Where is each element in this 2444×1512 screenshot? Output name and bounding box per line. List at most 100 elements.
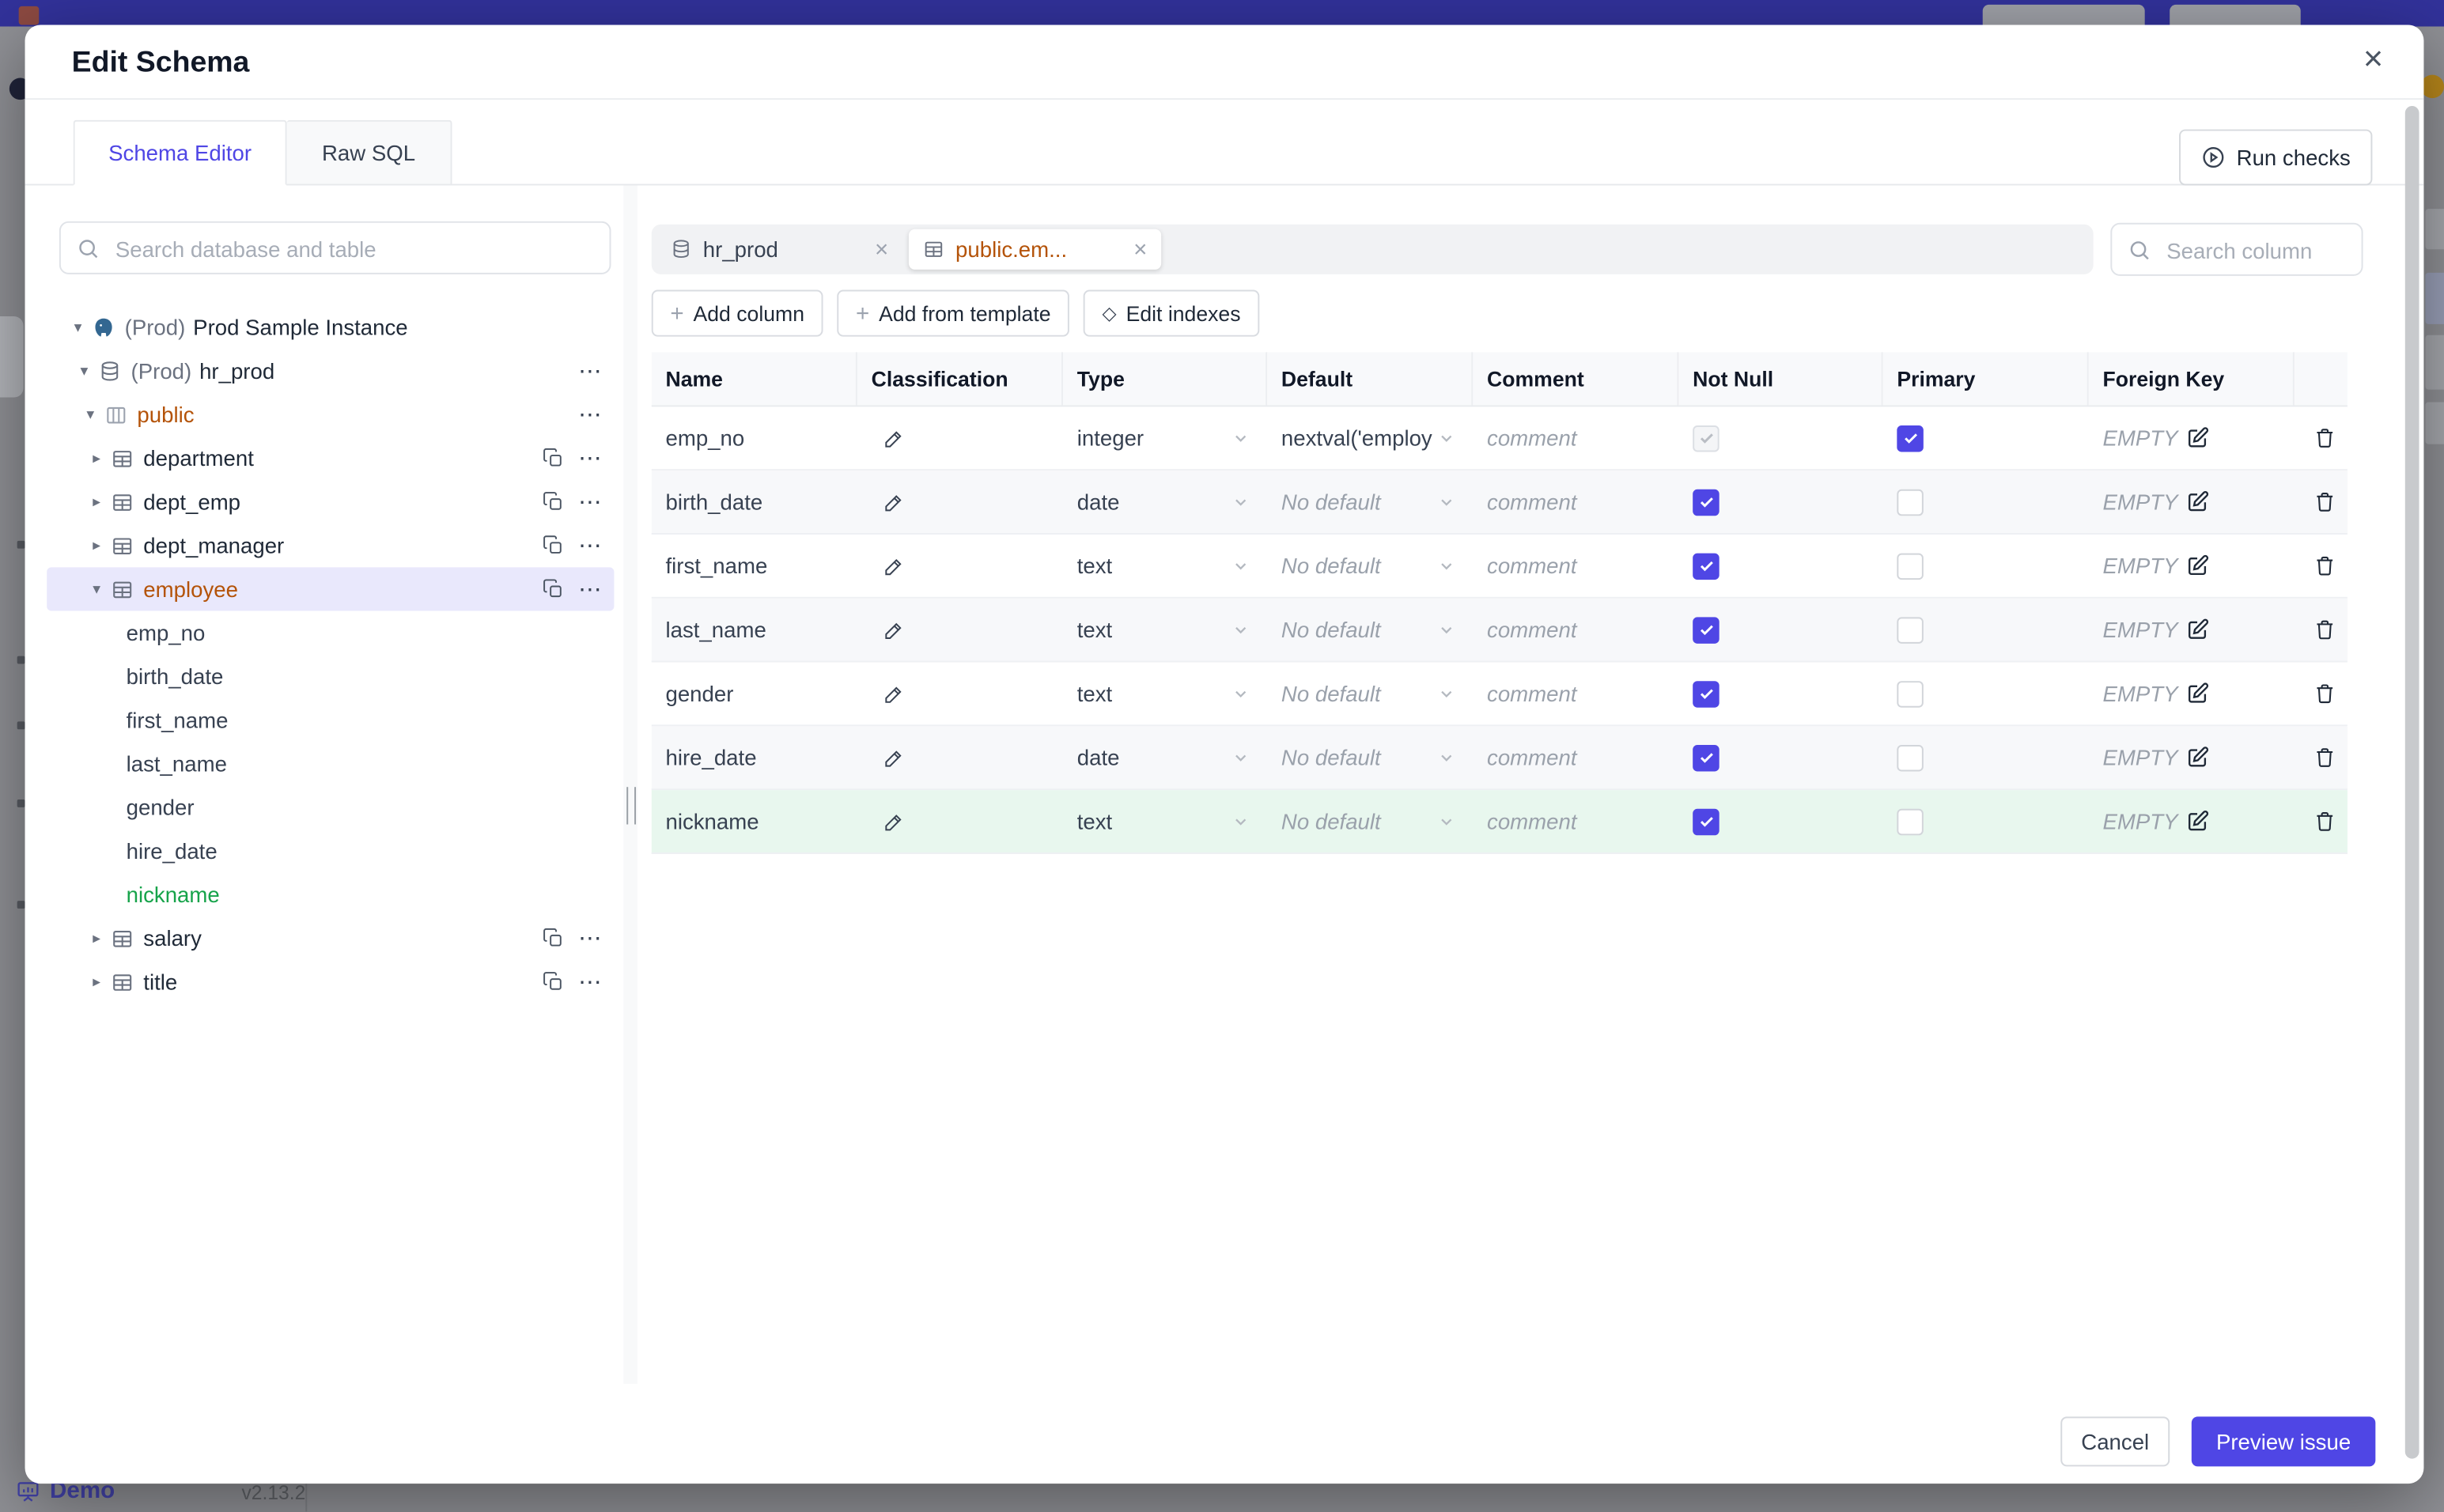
classification-cell[interactable] [857, 406, 1063, 469]
type-cell[interactable]: text [1063, 663, 1267, 725]
edit-icon[interactable] [2185, 617, 2211, 642]
tab-chip-hr-prod[interactable]: hr_prod × [656, 229, 902, 270]
more-actions-icon[interactable]: ⋯ [578, 403, 603, 426]
close-tab-icon[interactable]: × [875, 238, 888, 262]
edit-icon[interactable] [2185, 554, 2211, 579]
column-name-cell[interactable]: first_name [652, 535, 857, 597]
not-null-checkbox[interactable] [1693, 616, 1720, 643]
type-cell[interactable]: text [1063, 599, 1267, 661]
trash-icon[interactable] [2313, 554, 2337, 579]
type-cell[interactable]: text [1063, 790, 1267, 852]
type-cell[interactable]: integer [1063, 406, 1267, 469]
comment-cell[interactable]: comment [1473, 535, 1678, 597]
more-actions-icon[interactable]: ⋯ [578, 490, 603, 514]
default-cell[interactable]: No default [1267, 790, 1473, 852]
tree-item-column-hire-date[interactable]: hire_date [47, 829, 614, 872]
edit-icon[interactable] [2185, 745, 2211, 770]
default-cell[interactable]: No default [1267, 726, 1473, 788]
tree-item-database-hr-prod[interactable]: ▾ (Prod) hr_prod ⋯ [47, 349, 614, 392]
type-cell[interactable]: date [1063, 726, 1267, 788]
column-name-cell[interactable]: nickname [652, 790, 857, 852]
copy-icon[interactable] [543, 928, 565, 950]
tree-item-column-first-name[interactable]: first_name [47, 698, 614, 742]
primary-checkbox[interactable] [1897, 425, 1924, 452]
comment-cell[interactable]: comment [1473, 406, 1678, 469]
primary-checkbox[interactable] [1897, 552, 1924, 580]
comment-cell[interactable]: comment [1473, 790, 1678, 852]
edit-icon[interactable] [2185, 809, 2211, 834]
edit-icon[interactable] [2185, 425, 2211, 451]
tree-item-column-emp-no[interactable]: emp_no [47, 611, 614, 655]
comment-cell[interactable]: comment [1473, 471, 1678, 533]
close-icon[interactable]: × [2363, 41, 2383, 76]
resize-handle[interactable] [626, 787, 637, 825]
type-cell[interactable]: date [1063, 471, 1267, 533]
tree-item-column-gender[interactable]: gender [47, 785, 614, 829]
not-null-checkbox[interactable] [1693, 680, 1720, 707]
column-name-cell[interactable]: last_name [652, 599, 857, 661]
primary-checkbox[interactable] [1897, 616, 1924, 643]
cancel-button[interactable]: Cancel [2060, 1416, 2170, 1467]
trash-icon[interactable] [2313, 617, 2337, 642]
add-column-button[interactable]: + Add column [651, 289, 823, 337]
primary-checkbox[interactable] [1897, 488, 1924, 516]
column-name-cell[interactable]: gender [652, 663, 857, 725]
scrollbar-thumb[interactable] [2404, 106, 2419, 1459]
run-checks-button[interactable]: Run checks [2178, 129, 2373, 186]
add-from-template-button[interactable]: + Add from template [837, 289, 1070, 337]
classification-cell[interactable] [857, 663, 1063, 725]
trash-icon[interactable] [2313, 490, 2337, 515]
copy-icon[interactable] [543, 971, 565, 993]
classification-cell[interactable] [857, 599, 1063, 661]
tab-schema-editor[interactable]: Schema Editor [73, 119, 287, 186]
primary-checkbox[interactable] [1897, 807, 1924, 835]
tree-item-table-dept-emp[interactable]: ▸ dept_emp ⋯ [47, 480, 614, 524]
caret-right-icon[interactable]: ▸ [87, 930, 106, 947]
tree-item-table-dept-manager[interactable]: ▸ dept_manager ⋯ [47, 524, 614, 567]
primary-checkbox[interactable] [1897, 744, 1924, 771]
panel-resize-divider[interactable] [623, 185, 638, 1384]
default-cell[interactable]: No default [1267, 599, 1473, 661]
trash-icon[interactable] [2313, 681, 2337, 706]
tree-item-column-birth-date[interactable]: birth_date [47, 655, 614, 698]
classification-cell[interactable] [857, 726, 1063, 788]
copy-icon[interactable] [543, 448, 565, 470]
not-null-checkbox[interactable] [1693, 425, 1720, 452]
tree-item-schema-public[interactable]: ▾ public ⋯ [47, 393, 614, 437]
column-search-input[interactable] [2163, 224, 2357, 278]
trash-icon[interactable] [2313, 809, 2337, 834]
primary-checkbox[interactable] [1897, 680, 1924, 707]
more-actions-icon[interactable]: ⋯ [578, 359, 603, 383]
classification-cell[interactable] [857, 535, 1063, 597]
caret-right-icon[interactable]: ▸ [87, 537, 106, 554]
caret-down-icon[interactable]: ▾ [69, 319, 88, 336]
default-cell[interactable]: No default [1267, 471, 1473, 533]
type-cell[interactable]: text [1063, 535, 1267, 597]
tab-chip-public-employee[interactable]: public.em... × [908, 229, 1162, 270]
copy-icon[interactable] [543, 491, 565, 513]
caret-down-icon[interactable]: ▾ [75, 362, 94, 380]
classification-cell[interactable] [857, 790, 1063, 852]
classification-cell[interactable] [857, 471, 1063, 533]
tree-item-table-department[interactable]: ▸ department ⋯ [47, 437, 614, 480]
tree-item-table-employee[interactable]: ▾ employee ⋯ [47, 567, 615, 611]
more-actions-icon[interactable]: ⋯ [578, 970, 603, 994]
not-null-checkbox[interactable] [1693, 488, 1720, 516]
column-name-cell[interactable]: hire_date [652, 726, 857, 788]
caret-right-icon[interactable]: ▸ [87, 973, 106, 991]
tree-item-table-title[interactable]: ▸ title ⋯ [47, 960, 614, 1004]
tab-raw-sql[interactable]: Raw SQL [286, 119, 452, 186]
default-cell[interactable]: nextval('employ [1267, 406, 1473, 469]
column-name-cell[interactable]: emp_no [652, 406, 857, 469]
tree-item-table-salary[interactable]: ▸ salary ⋯ [47, 917, 614, 960]
tree-item-column-last-name[interactable]: last_name [47, 742, 614, 785]
close-tab-icon[interactable]: × [1133, 238, 1147, 262]
edit-icon[interactable] [2185, 490, 2211, 515]
not-null-checkbox[interactable] [1693, 744, 1720, 771]
not-null-checkbox[interactable] [1693, 807, 1720, 835]
comment-cell[interactable]: comment [1473, 663, 1678, 725]
more-actions-icon[interactable]: ⋯ [578, 447, 603, 471]
copy-icon[interactable] [543, 578, 565, 600]
tree-item-column-nickname[interactable]: nickname [47, 873, 614, 917]
modal-scrollbar[interactable] [2404, 106, 2419, 1459]
